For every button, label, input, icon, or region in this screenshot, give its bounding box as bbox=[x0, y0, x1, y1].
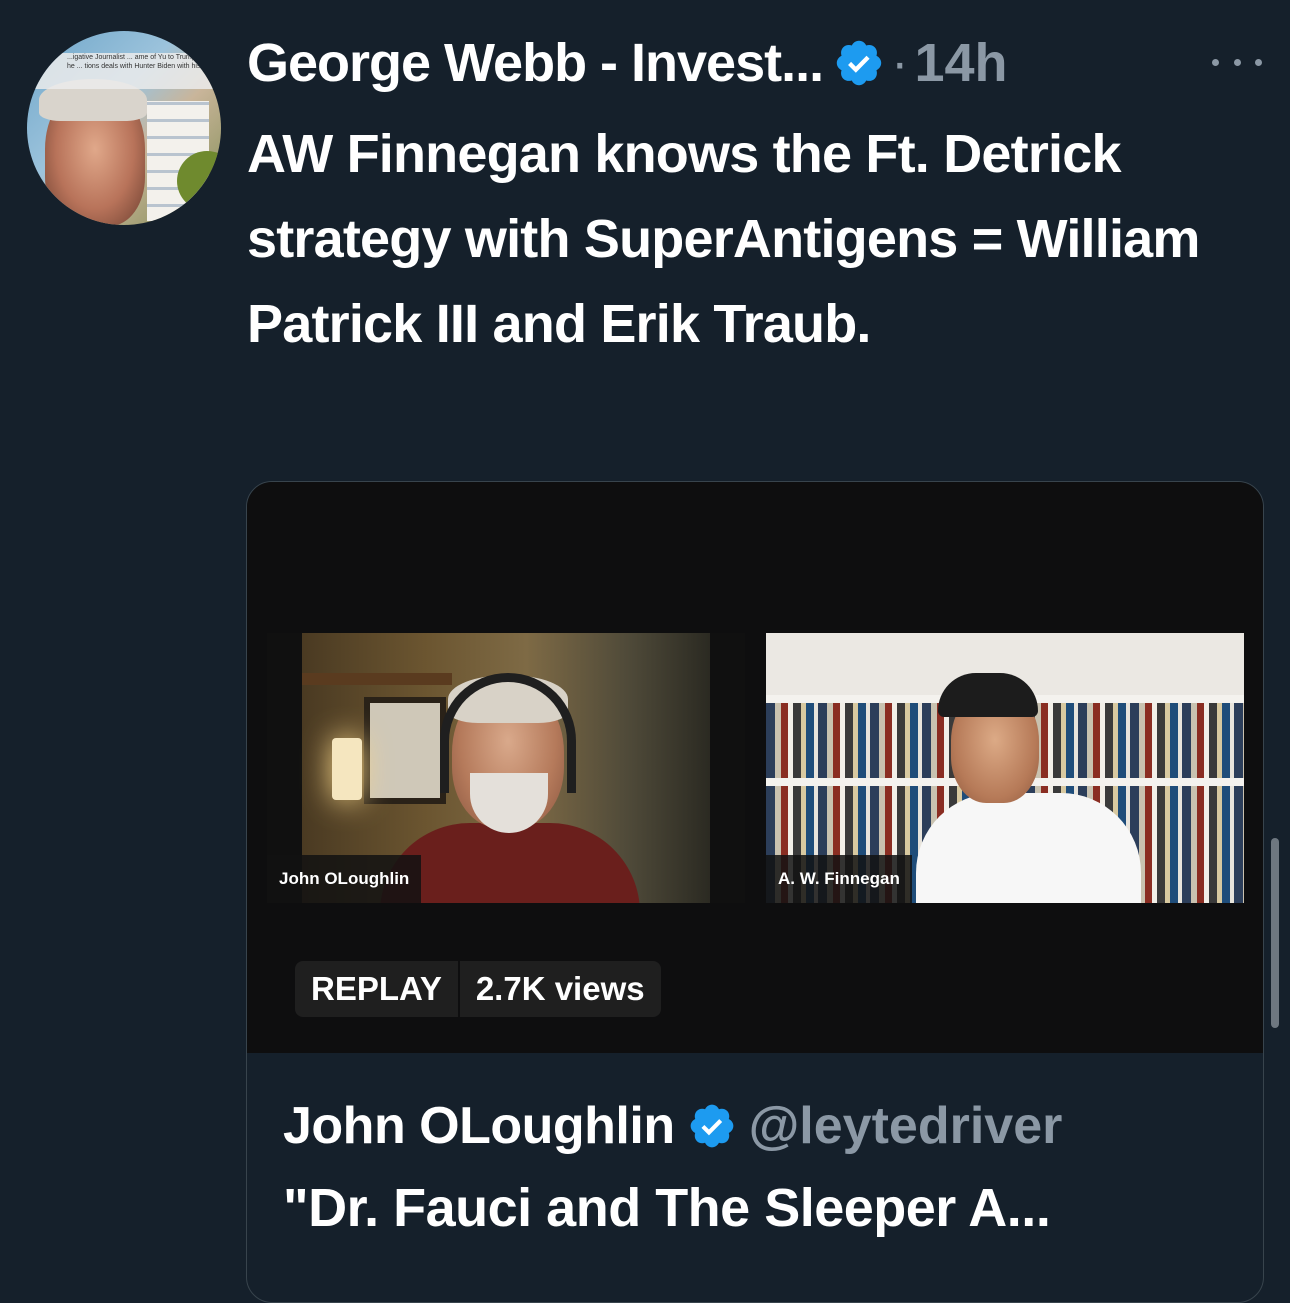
replay-label[interactable]: REPLAY bbox=[295, 961, 460, 1017]
quoted-author-handle[interactable]: @leytedriver bbox=[749, 1096, 1063, 1156]
candle bbox=[332, 738, 362, 800]
picture-frame bbox=[364, 697, 446, 804]
quoted-author-name[interactable]: John OLoughlin bbox=[283, 1096, 675, 1156]
quoted-video-card[interactable]: John OLoughlin A. W. Finnegan REPLAY 2.7… bbox=[246, 481, 1264, 1303]
video-meta-badge: REPLAY 2.7K views bbox=[295, 961, 661, 1017]
tweet-timestamp[interactable]: 14h bbox=[914, 32, 1007, 94]
more-horizontal-icon[interactable] bbox=[1212, 50, 1262, 74]
participant-name-label: A. W. Finnegan bbox=[766, 855, 912, 903]
participant-tile-left: John OLoughlin bbox=[267, 633, 745, 903]
avatar[interactable]: ...igative Journalist ... ame of Yu to T… bbox=[27, 31, 221, 225]
participant-name-label: John OLoughlin bbox=[267, 855, 422, 903]
video-title[interactable]: "Dr. Fauci and The Sleeper A... bbox=[283, 1177, 1051, 1239]
quoted-author[interactable]: John OLoughlin @leytedriver bbox=[283, 1094, 1062, 1158]
separator-dot: · bbox=[891, 34, 909, 92]
author-name[interactable]: George Webb - Invest... bbox=[247, 32, 824, 94]
avatar-banner-text: ...igative Journalist ... ame of Yu to T… bbox=[27, 53, 221, 89]
video-player[interactable]: John OLoughlin A. W. Finnegan REPLAY 2.7… bbox=[247, 482, 1263, 1053]
verified-badge-icon bbox=[690, 1104, 733, 1148]
scrollbar[interactable] bbox=[1271, 838, 1279, 1028]
view-count: 2.7K views bbox=[475, 970, 645, 1007]
tweet-header: George Webb - Invest... · 14h bbox=[247, 30, 1008, 96]
cap bbox=[938, 673, 1038, 717]
verified-badge-icon[interactable] bbox=[833, 37, 885, 89]
tweet[interactable]: ...igative Journalist ... ame of Yu to T… bbox=[0, 0, 1290, 1303]
participant-tile-right: A. W. Finnegan bbox=[766, 633, 1244, 903]
tweet-text: AW Finnegan knows the Ft. Detrick strate… bbox=[247, 124, 1200, 354]
